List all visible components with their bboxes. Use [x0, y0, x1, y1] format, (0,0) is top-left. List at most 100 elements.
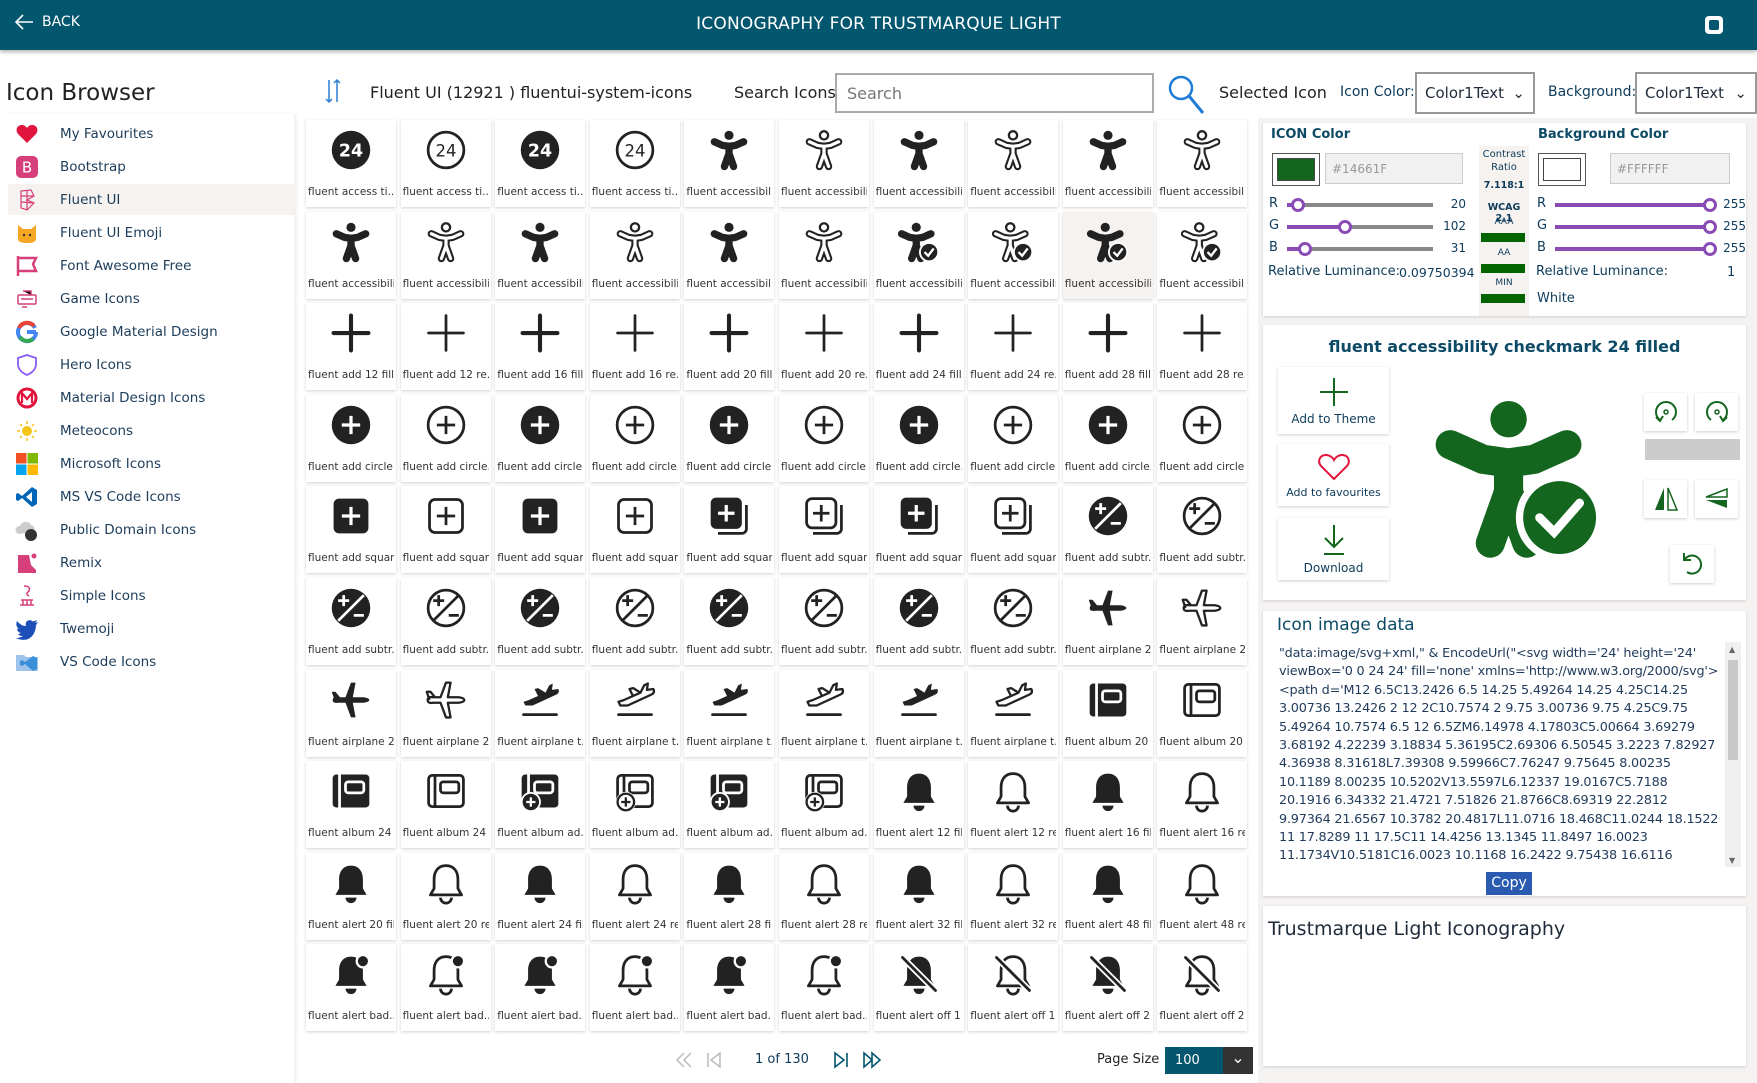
icon-tile[interactable]: fluent alert off 1...	[968, 944, 1059, 1032]
icon-tile[interactable]: fluent alert 28 re...	[779, 852, 869, 940]
icon-tile[interactable]: fluent alert 24 re...	[589, 852, 680, 940]
icon-tile[interactable]: fluent accessibili...	[873, 211, 964, 299]
slider-thumb[interactable]	[1703, 220, 1717, 234]
icon-tile[interactable]: fluent album ad...	[779, 761, 869, 849]
icon-tile[interactable]: fluent alert 20 fil...	[306, 852, 396, 940]
icon-tile[interactable]: fluent add circle...	[684, 394, 775, 482]
icon-tile[interactable]: fluent accessibili...	[1062, 120, 1153, 207]
icon-tile[interactable]: fluent add circle...	[400, 394, 491, 482]
icon-tile[interactable]: 24 fluent access ti...	[495, 120, 586, 207]
copy-button[interactable]: Copy	[1486, 872, 1532, 895]
icon-tile[interactable]: fluent accessibili...	[306, 211, 396, 299]
background-color-swatch[interactable]	[1538, 153, 1586, 186]
icon-tile[interactable]: fluent add 16 re...	[589, 303, 680, 391]
background-dropdown[interactable]: Color1Text ⌄	[1635, 72, 1757, 114]
icon-tile[interactable]: fluent album 24 ...	[306, 761, 396, 849]
icon-tile[interactable]: fluent add circle...	[1157, 394, 1248, 482]
scroll-down-icon[interactable]: ▼	[1729, 856, 1735, 865]
sidebar-item-bootstrap[interactable]: B Bootstrap	[8, 151, 294, 182]
icon-tile[interactable]: fluent add squar...	[589, 486, 680, 574]
icon-tile[interactable]: fluent airplane 2...	[306, 669, 396, 757]
rotation-bar[interactable]	[1645, 439, 1740, 460]
icon-tile[interactable]: fluent album 20 ...	[1062, 669, 1153, 757]
icon-tile[interactable]: fluent airplane t...	[779, 669, 869, 757]
icon-tile[interactable]: fluent accessibili...	[589, 211, 680, 299]
icon-tile[interactable]: fluent add 16 fill...	[495, 303, 586, 391]
icon-tile[interactable]: fluent alert bad...	[589, 944, 680, 1032]
icon-tile[interactable]: fluent add squar...	[779, 486, 869, 574]
icon-tile[interactable]: fluent alert 28 fil...	[684, 852, 775, 940]
icon-tile[interactable]: fluent add subtr...	[306, 578, 396, 665]
icon-tile[interactable]: fluent airplane t...	[589, 669, 680, 757]
icon-tile[interactable]: fluent add squar...	[495, 486, 586, 574]
add-to-theme-button[interactable]: Add to Theme	[1278, 367, 1389, 434]
icon-tile[interactable]: fluent add subtr...	[968, 578, 1059, 665]
icon-tile[interactable]: fluent album 24 ...	[400, 761, 491, 849]
icon-tile[interactable]: fluent accessibili...	[1157, 120, 1248, 207]
sidebar-item-vs-code-icons[interactable]: VS Code Icons	[8, 646, 294, 677]
icon-tile[interactable]: fluent alert 32 re...	[968, 852, 1059, 940]
icon-tile[interactable]: fluent add subtr...	[589, 578, 680, 665]
icon-tile[interactable]: fluent accessibili...	[968, 120, 1059, 207]
icon-tile[interactable]: fluent alert bad...	[400, 944, 491, 1032]
rotate-left-button[interactable]	[1644, 393, 1687, 431]
icon-tile[interactable]: fluent add circle...	[495, 394, 586, 482]
icon-tile[interactable]: fluent add squar...	[684, 486, 775, 574]
icon-tile[interactable]: fluent accessibili...	[400, 211, 491, 299]
slider-thumb[interactable]	[1297, 242, 1312, 256]
icon-tile[interactable]: fluent add subtr...	[400, 578, 491, 665]
image-data-scrollbar[interactable]: ▲ ▼	[1725, 642, 1741, 867]
icon-tile[interactable]: fluent accessibili...	[684, 120, 775, 207]
icon-r-slider[interactable]	[1287, 198, 1433, 212]
page-size-dropdown[interactable]: 100 ⌄	[1165, 1047, 1253, 1074]
icon-tile[interactable]: fluent add 24 re...	[968, 303, 1059, 391]
search-icon[interactable]	[1166, 73, 1206, 117]
icon-tile[interactable]: fluent add circle...	[306, 394, 396, 482]
icon-tile[interactable]: fluent add subtr...	[873, 578, 964, 665]
icon-tile[interactable]: fluent add 24 fill...	[873, 303, 964, 391]
icon-tile[interactable]: 24 fluent access ti...	[306, 120, 396, 207]
sidebar-item-microsoft-icons[interactable]: Microsoft Icons	[8, 448, 294, 479]
sidebar-item-google-material-design[interactable]: Google Material Design	[8, 316, 294, 347]
icon-tile[interactable]: fluent accessibili...	[968, 211, 1059, 299]
icon-tile[interactable]: fluent add 20 fill...	[684, 303, 775, 391]
icon-tile[interactable]: fluent add 28 re...	[1157, 303, 1248, 391]
rotate-right-button[interactable]	[1695, 393, 1738, 431]
icon-tile[interactable]: fluent airplane t...	[684, 669, 775, 757]
icon-b-slider[interactable]	[1287, 242, 1433, 256]
sidebar-item-game-icons[interactable]: Game Icons	[8, 283, 294, 314]
icon-color-dropdown[interactable]: Color1Text ⌄	[1415, 72, 1535, 114]
icon-tile[interactable]: fluent alert 32 fil...	[873, 852, 964, 940]
sidebar-item-simple-icons[interactable]: Simple Icons	[8, 580, 294, 611]
icon-tile[interactable]: fluent alert bad...	[495, 944, 586, 1032]
icon-tile[interactable]: fluent alert 12 re...	[968, 761, 1059, 849]
icon-tile[interactable]: fluent album 20 ...	[1157, 669, 1248, 757]
bg-g-slider[interactable]	[1555, 220, 1717, 234]
add-to-favourites-button[interactable]: Add to favourites	[1278, 444, 1389, 506]
search-input[interactable]	[835, 73, 1154, 113]
icon-tile[interactable]: fluent add subtr...	[684, 578, 775, 665]
next-page-icon[interactable]	[832, 1050, 850, 1070]
icon-tile[interactable]: fluent add squar...	[306, 486, 396, 574]
icon-tile[interactable]: fluent alert bad...	[684, 944, 775, 1032]
icon-tile[interactable]: fluent alert off 1...	[873, 944, 964, 1032]
icon-tile[interactable]: fluent add circle...	[779, 394, 869, 482]
icon-tile[interactable]: fluent airplane 2...	[400, 669, 491, 757]
sidebar-item-remix[interactable]: Remix	[8, 547, 294, 578]
sidebar-item-fluent-ui[interactable]: Fluent UI	[8, 184, 294, 215]
icon-tile[interactable]: 24 fluent access ti...	[400, 120, 491, 207]
icon-tile[interactable]: fluent add squar...	[400, 486, 491, 574]
bg-r-slider[interactable]	[1555, 198, 1717, 212]
icon-tile[interactable]: fluent alert bad...	[306, 944, 396, 1032]
icon-tile[interactable]: fluent add 12 re...	[400, 303, 491, 391]
sidebar-item-meteocons[interactable]: Meteocons	[8, 415, 294, 446]
download-button[interactable]: Download	[1278, 518, 1389, 580]
icon-tile[interactable]: fluent album ad...	[684, 761, 775, 849]
bg-b-slider[interactable]	[1555, 242, 1717, 256]
last-page-icon[interactable]	[862, 1050, 882, 1070]
icon-tile[interactable]: fluent alert 48 fil...	[1062, 852, 1153, 940]
sidebar-item-ms-vs-code-icons[interactable]: MS VS Code Icons	[8, 481, 294, 512]
icon-tile[interactable]: fluent accessibili...	[1157, 211, 1248, 299]
sidebar-item-material-design-icons[interactable]: Material Design Icons	[8, 382, 294, 413]
icon-tile[interactable]: fluent airplane t...	[968, 669, 1059, 757]
